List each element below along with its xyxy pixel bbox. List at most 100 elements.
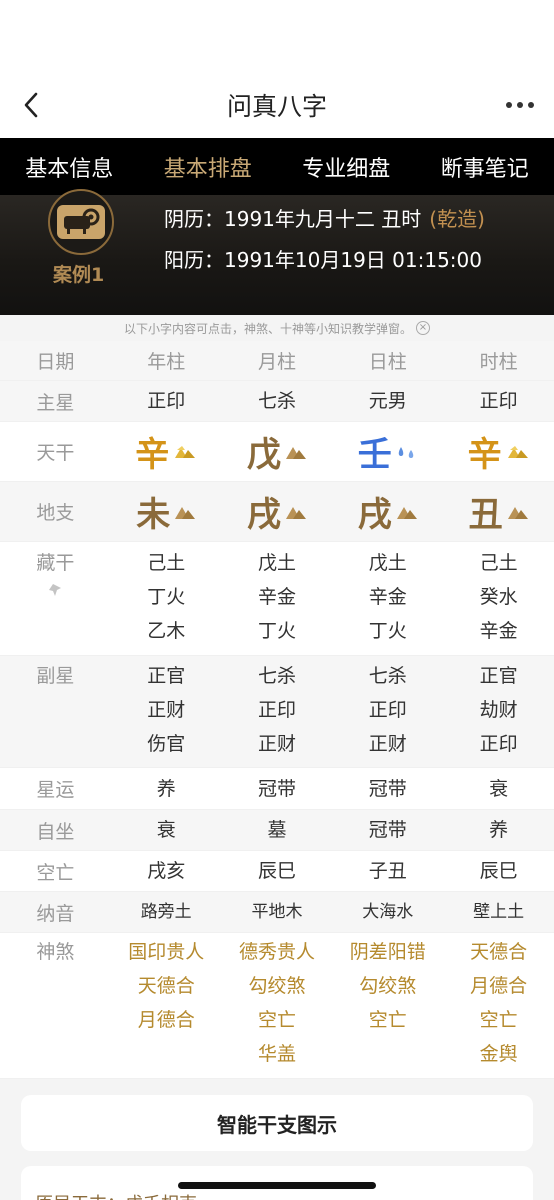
shensha-value[interactable]: 空亡 — [369, 1003, 407, 1037]
fuxing-value[interactable]: 劫财 — [480, 693, 518, 727]
zizuo-value[interactable]: 墓 — [267, 813, 286, 847]
close-icon[interactable]: × — [416, 321, 430, 335]
fuxing-value[interactable]: 正印 — [480, 727, 518, 761]
cell: 元男 — [332, 381, 443, 421]
canggan-value[interactable]: 辛金 — [258, 580, 296, 614]
fuxing-value[interactable]: 正官 — [147, 659, 185, 693]
nayin-value[interactable]: 大海水 — [362, 895, 413, 929]
avatar[interactable] — [48, 189, 114, 255]
canggan-value[interactable]: 丁火 — [147, 580, 185, 614]
canggan-value[interactable]: 辛金 — [369, 580, 407, 614]
shensha-value[interactable]: 德秀贵人 — [239, 935, 315, 969]
more-button[interactable] — [506, 102, 534, 108]
metal-element-icon — [175, 445, 196, 458]
column-header: 日柱 — [368, 351, 407, 373]
cell: 己土 癸水 辛金 — [443, 546, 554, 655]
canggan-value[interactable]: 辛金 — [480, 614, 518, 648]
fuxing-value[interactable]: 正财 — [147, 693, 185, 727]
status-bar — [0, 0, 554, 72]
nayin-value[interactable]: 路旁土 — [141, 895, 192, 929]
cell: 辰巳 — [443, 851, 554, 891]
xingyun-value[interactable]: 养 — [157, 772, 176, 806]
fuxing-value[interactable]: 七杀 — [369, 659, 407, 693]
shensha-value[interactable]: 阴差阳错 — [350, 935, 426, 969]
zizuo-value[interactable]: 养 — [489, 813, 508, 847]
main-star-value[interactable]: 元男 — [369, 384, 407, 418]
chevron-left-icon — [24, 92, 38, 118]
main-star-value[interactable]: 七杀 — [258, 384, 296, 418]
shensha-value[interactable]: 勾绞煞 — [248, 969, 305, 1003]
fuxing-value[interactable]: 正官 — [480, 659, 518, 693]
canggan-value[interactable]: 乙木 — [147, 614, 185, 648]
kongwang-value[interactable]: 辰巳 — [480, 854, 518, 888]
dizhi-item[interactable]: 戌 — [247, 487, 307, 536]
dizhi-item[interactable]: 戌 — [358, 487, 418, 536]
cell: 戌 — [222, 482, 333, 541]
kongwang-value[interactable]: 子丑 — [369, 854, 407, 888]
fuxing-value[interactable]: 正财 — [258, 727, 296, 761]
fuxing-value[interactable]: 七杀 — [258, 659, 296, 693]
pin-icon[interactable] — [47, 582, 63, 598]
tiangan-item[interactable]: 辛 — [135, 427, 197, 476]
canggan-value[interactable]: 癸水 — [480, 580, 518, 614]
shensha-value[interactable]: 国印贵人 — [128, 935, 204, 969]
canggan-value[interactable]: 己土 — [147, 546, 185, 580]
shensha-value[interactable]: 空亡 — [258, 1003, 296, 1037]
lunar-date-text: 阴历：1991年九月十二 丑时 — [164, 207, 422, 231]
row-label-cell: 藏干 — [0, 546, 111, 655]
row-label: 地支 — [36, 502, 75, 524]
canggan-value[interactable]: 戊土 — [258, 546, 296, 580]
fuxing-value[interactable]: 正印 — [369, 693, 407, 727]
zizuo-value[interactable]: 冠带 — [369, 813, 407, 847]
table-header-row: 日期 年柱 月柱 日柱 时柱 — [0, 341, 554, 381]
fuxing-value[interactable]: 伤官 — [147, 727, 185, 761]
row-label-cell: 神煞 — [0, 935, 111, 1078]
tab-notes[interactable]: 断事笔记 — [441, 151, 529, 183]
cell: 墓 — [222, 810, 333, 850]
main-star-value[interactable]: 正印 — [147, 384, 185, 418]
tiangan-char: 辛 — [467, 435, 502, 475]
kongwang-value[interactable]: 戌亥 — [147, 854, 185, 888]
more-dot-icon — [528, 102, 534, 108]
kongwang-value[interactable]: 辰巳 — [258, 854, 296, 888]
shensha-value[interactable]: 空亡 — [480, 1003, 518, 1037]
tab-pro-chart[interactable]: 专业细盘 — [302, 151, 390, 183]
shensha-value[interactable]: 月德合 — [138, 1003, 195, 1037]
table-row-shensha: 神煞 国印贵人 天德合 月德合 德秀贵人 勾绞煞 空亡 华盖 阴差阳错 勾绞煞 … — [0, 933, 554, 1079]
shensha-value[interactable]: 月德合 — [470, 969, 527, 1003]
tab-basic-chart[interactable]: 基本排盘 — [164, 151, 252, 183]
canggan-value[interactable]: 丁火 — [258, 614, 296, 648]
xingyun-value[interactable]: 衰 — [489, 772, 508, 806]
main-star-value[interactable]: 正印 — [480, 384, 518, 418]
tiangan-item[interactable]: 辛 — [468, 427, 530, 476]
shensha-value[interactable]: 天德合 — [138, 969, 195, 1003]
dizhi-item[interactable]: 未 — [136, 487, 196, 536]
home-indicator — [178, 1182, 376, 1189]
fuxing-value[interactable]: 正印 — [258, 693, 296, 727]
tiangan-item[interactable]: 戊 — [247, 427, 307, 476]
canggan-value[interactable]: 戊土 — [369, 546, 407, 580]
shensha-value[interactable]: 华盖 — [258, 1037, 296, 1071]
tab-basic-info[interactable]: 基本信息 — [25, 151, 113, 183]
tiangan-item[interactable]: 壬 — [358, 427, 418, 476]
nayin-value[interactable]: 壁上土 — [473, 895, 524, 929]
table-row-zizuo: 自坐 衰 墓 冠带 养 — [0, 810, 554, 851]
xingyun-value[interactable]: 冠带 — [369, 772, 407, 806]
canggan-value[interactable]: 丁火 — [369, 614, 407, 648]
canggan-value[interactable]: 己土 — [480, 546, 518, 580]
cell: 戊 — [222, 422, 333, 481]
cell: 丑 — [443, 482, 554, 541]
nayin-value[interactable]: 平地木 — [251, 895, 302, 929]
shensha-value[interactable]: 天德合 — [470, 935, 527, 969]
shensha-value[interactable]: 勾绞煞 — [359, 969, 416, 1003]
shensha-value[interactable]: 金舆 — [480, 1037, 518, 1071]
back-button[interactable] — [16, 90, 46, 120]
cell: 德秀贵人 勾绞煞 空亡 华盖 — [222, 935, 333, 1078]
fuxing-value[interactable]: 正财 — [369, 727, 407, 761]
smart-ganzhi-diagram-button[interactable]: 智能干支图示 — [21, 1095, 533, 1151]
cell: 正印 — [443, 381, 554, 421]
dizhi-item[interactable]: 丑 — [469, 487, 529, 536]
cell: 戊土 辛金 丁火 — [332, 546, 443, 655]
zizuo-value[interactable]: 衰 — [157, 813, 176, 847]
xingyun-value[interactable]: 冠带 — [258, 772, 296, 806]
